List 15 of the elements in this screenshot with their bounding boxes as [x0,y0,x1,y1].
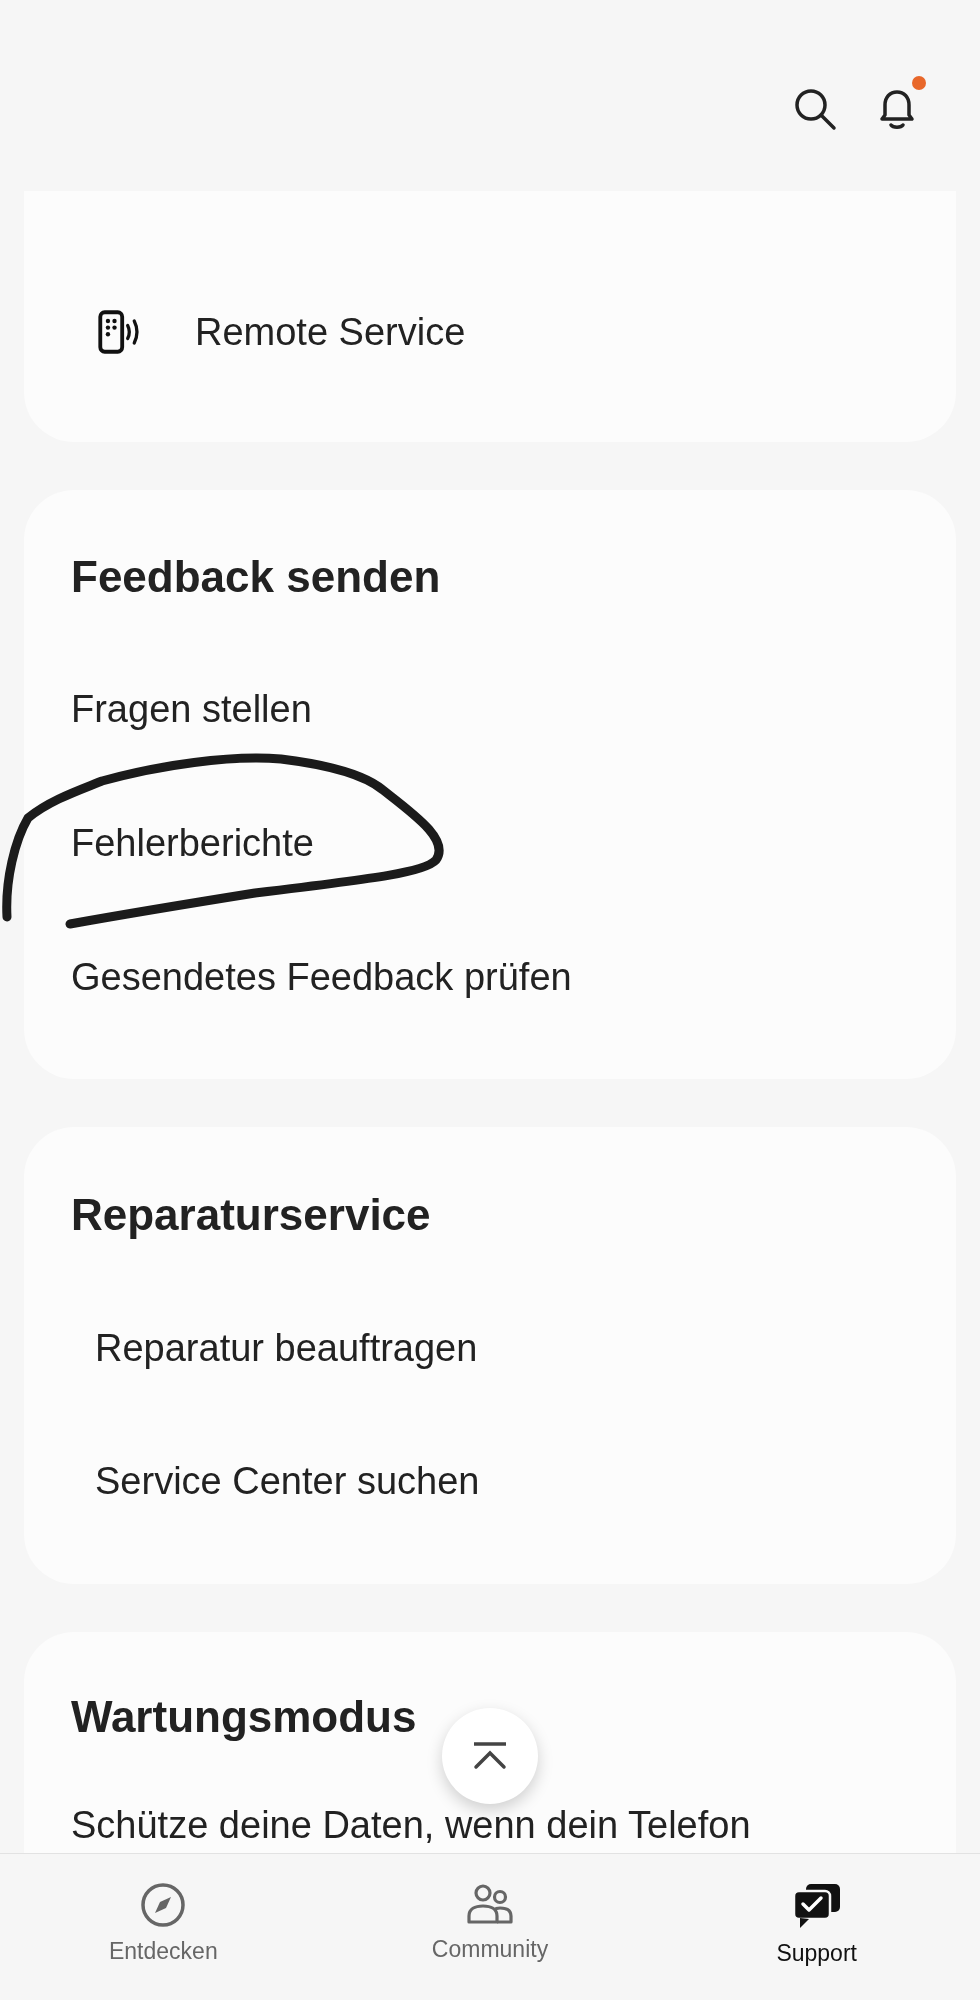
menu-item[interactable]: Gesendetes Feedback prüfen [71,954,572,1000]
menu-item[interactable]: Remote Service [195,309,466,355]
nav-tab[interactable]: Support [653,1854,980,2000]
menu-item[interactable]: Fehlerberichte [71,820,314,866]
section-title: Reparaturservice [70,1189,431,1241]
nav-tab[interactable]: Community [326,1854,654,2000]
menu-item[interactable]: Fragen stellen [71,686,312,732]
section-description: Schütze deine Daten, wenn dein Telefon [70,1803,751,1848]
people-icon [466,1882,514,1926]
compass-icon [140,1882,187,1928]
section-title: Wartungsmodus [70,1691,417,1743]
menu-item[interactable]: Reparatur beauftragen [95,1324,478,1371]
menu-item[interactable]: Service Center suchen [95,1457,480,1504]
nav-tab[interactable]: Entdecken [0,1854,327,2000]
section-title: Feedback senden [70,551,441,603]
